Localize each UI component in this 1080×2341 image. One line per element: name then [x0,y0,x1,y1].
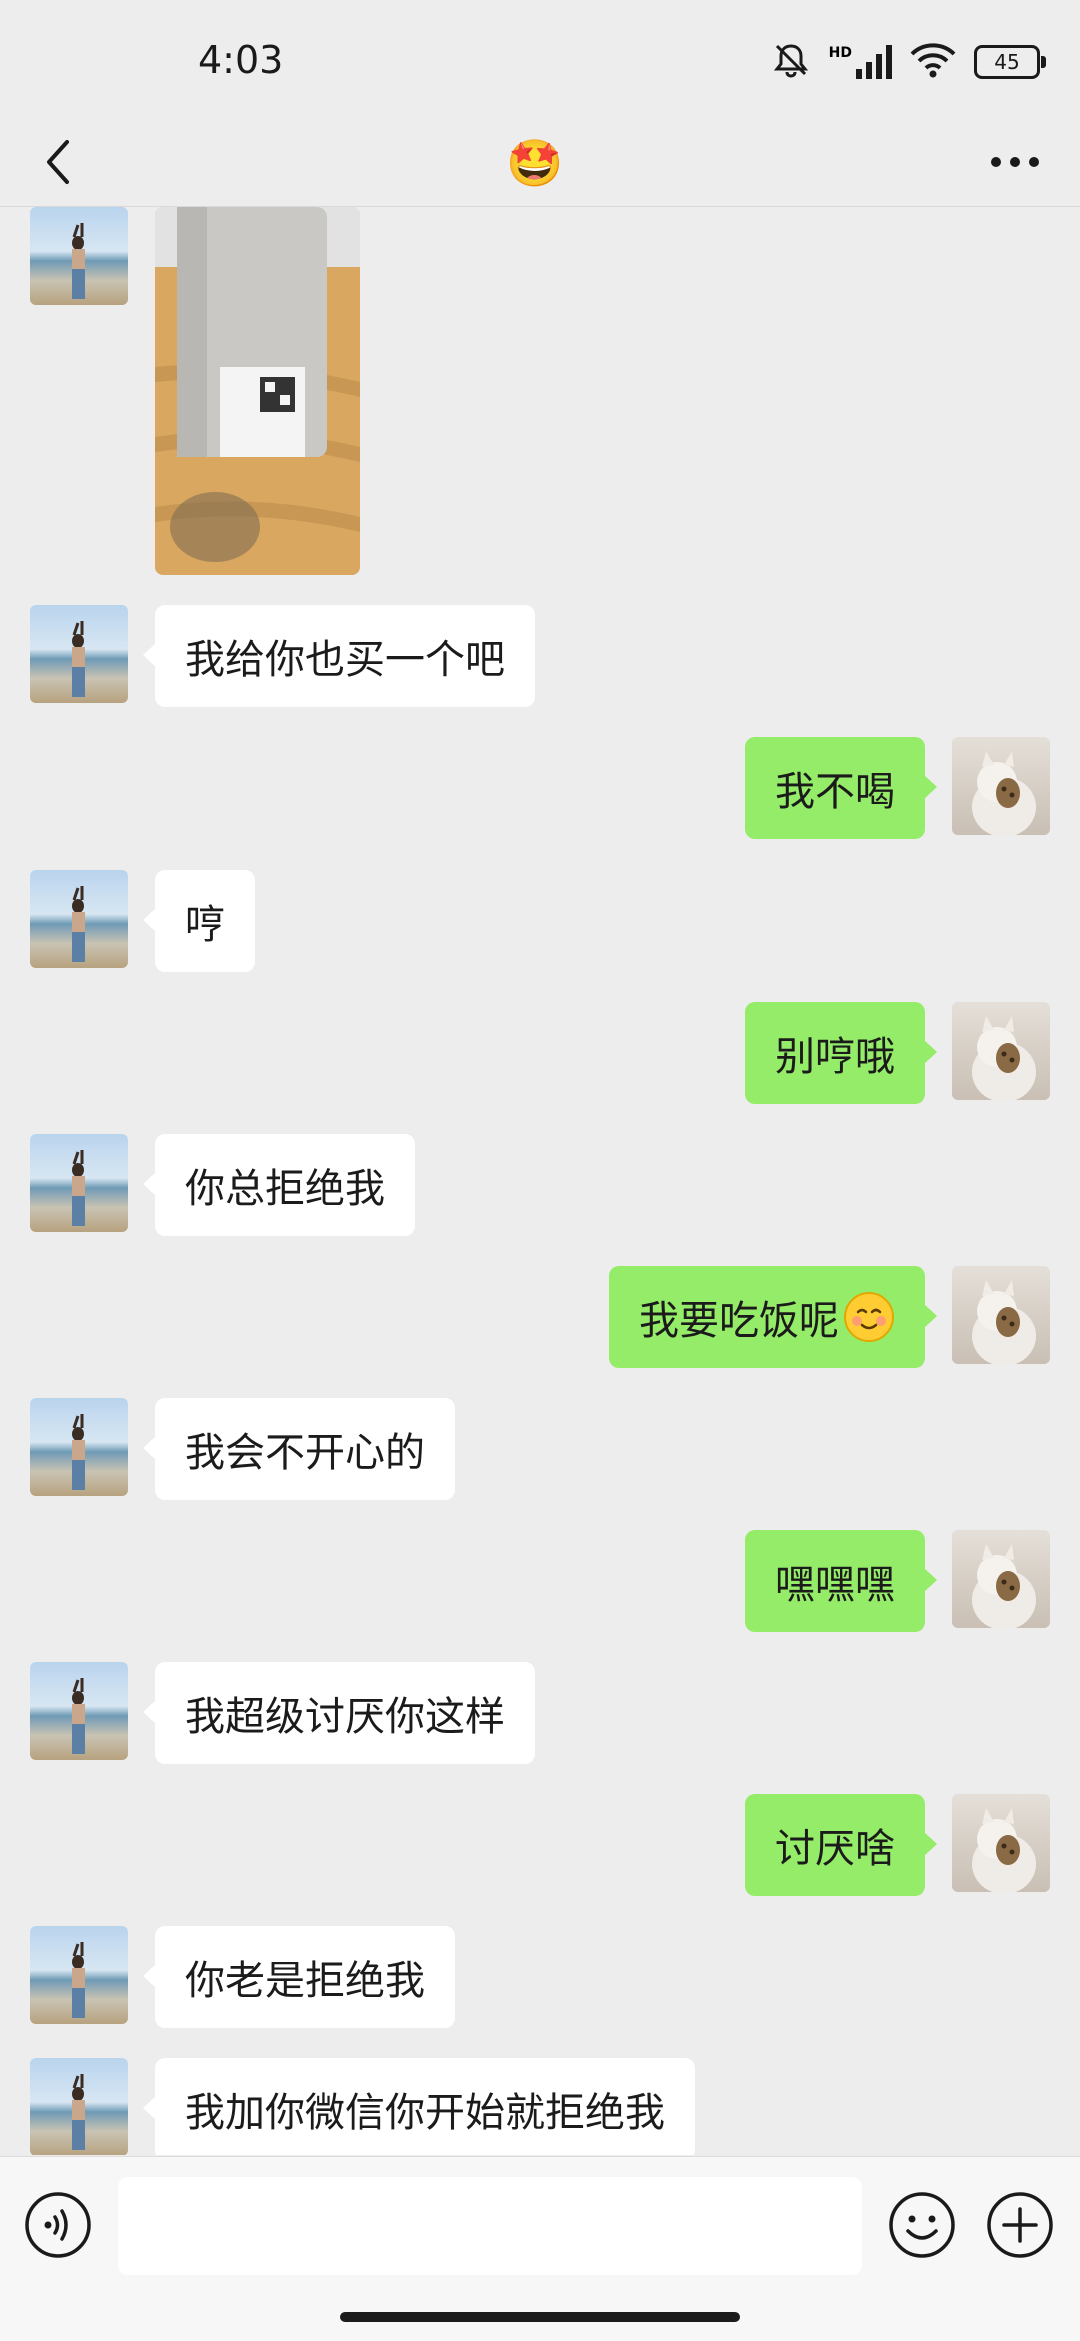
my-avatar[interactable] [952,737,1050,835]
incoming-message[interactable]: 哼 [143,870,255,972]
outgoing-message[interactable]: 讨厌啥 [745,1794,937,1896]
contact-avatar[interactable] [30,1398,128,1496]
my-avatar[interactable] [952,1794,1050,1892]
incoming-message[interactable]: 你老是拒绝我 [143,1926,455,2028]
back-button[interactable] [28,132,88,192]
emoji-button[interactable] [888,2191,956,2259]
chat-header: 🤩 [0,120,1080,207]
incoming-message[interactable]: 你总拒绝我 [143,1134,415,1236]
contact-avatar[interactable] [30,1926,128,2024]
my-avatar[interactable] [952,1002,1050,1100]
outgoing-message[interactable]: 我不喝 [745,737,937,839]
outgoing-message[interactable]: 嘿嘿嘿 [745,1530,937,1632]
image-message[interactable] [155,207,360,575]
more-functions-button[interactable] [986,2191,1054,2259]
home-indicator[interactable] [340,2312,740,2322]
incoming-message[interactable]: 我会不开心的 [143,1398,455,1500]
message-list[interactable]: 我给你也买一个吧 我不喝 哼 别哼哦 你总拒绝我 我要吃饭呢 我会不开心的 嘿嘿… [0,207,1080,2155]
chevron-left-icon [47,140,69,184]
incoming-message[interactable]: 我给你也买一个吧 [143,605,535,707]
cellular-signal-icon: HD [829,45,892,79]
network-type-label: HD [828,45,852,61]
contact-avatar[interactable] [30,1134,128,1232]
status-icons: HD 45 [771,40,1046,84]
voice-icon [25,2192,91,2258]
more-dots-icon [991,157,1039,167]
voice-input-button[interactable] [24,2191,92,2259]
wifi-icon [910,42,956,82]
my-avatar[interactable] [952,1530,1050,1628]
emoji-icon [889,2192,955,2258]
smiling-face-emoji [843,1291,895,1343]
incoming-message[interactable]: 我加你微信你开始就拒绝我 [143,2058,695,2155]
outgoing-message[interactable]: 我要吃饭呢 [609,1266,937,1368]
contact-avatar[interactable] [30,605,128,703]
my-avatar[interactable] [952,1266,1050,1364]
contact-avatar[interactable] [30,2058,128,2155]
battery-level: 45 [994,50,1020,74]
plus-icon [987,2192,1053,2258]
status-bar: 4:03 HD 45 [0,0,1080,120]
message-text-field[interactable] [118,2177,862,2275]
outgoing-message[interactable]: 别哼哦 [745,1002,937,1104]
status-time: 4:03 [198,38,284,82]
battery-indicator: 45 [974,45,1046,79]
message-text: 我要吃饭呢 [639,1298,839,1344]
chat-title-emoji: 🤩 [506,135,564,190]
mute-bell-icon [771,40,811,84]
incoming-message[interactable]: 我超级讨厌你这样 [143,1662,535,1764]
more-options-button[interactable] [980,132,1050,192]
contact-avatar[interactable] [30,1662,128,1760]
contact-avatar[interactable] [30,870,128,968]
contact-avatar[interactable] [30,207,128,305]
